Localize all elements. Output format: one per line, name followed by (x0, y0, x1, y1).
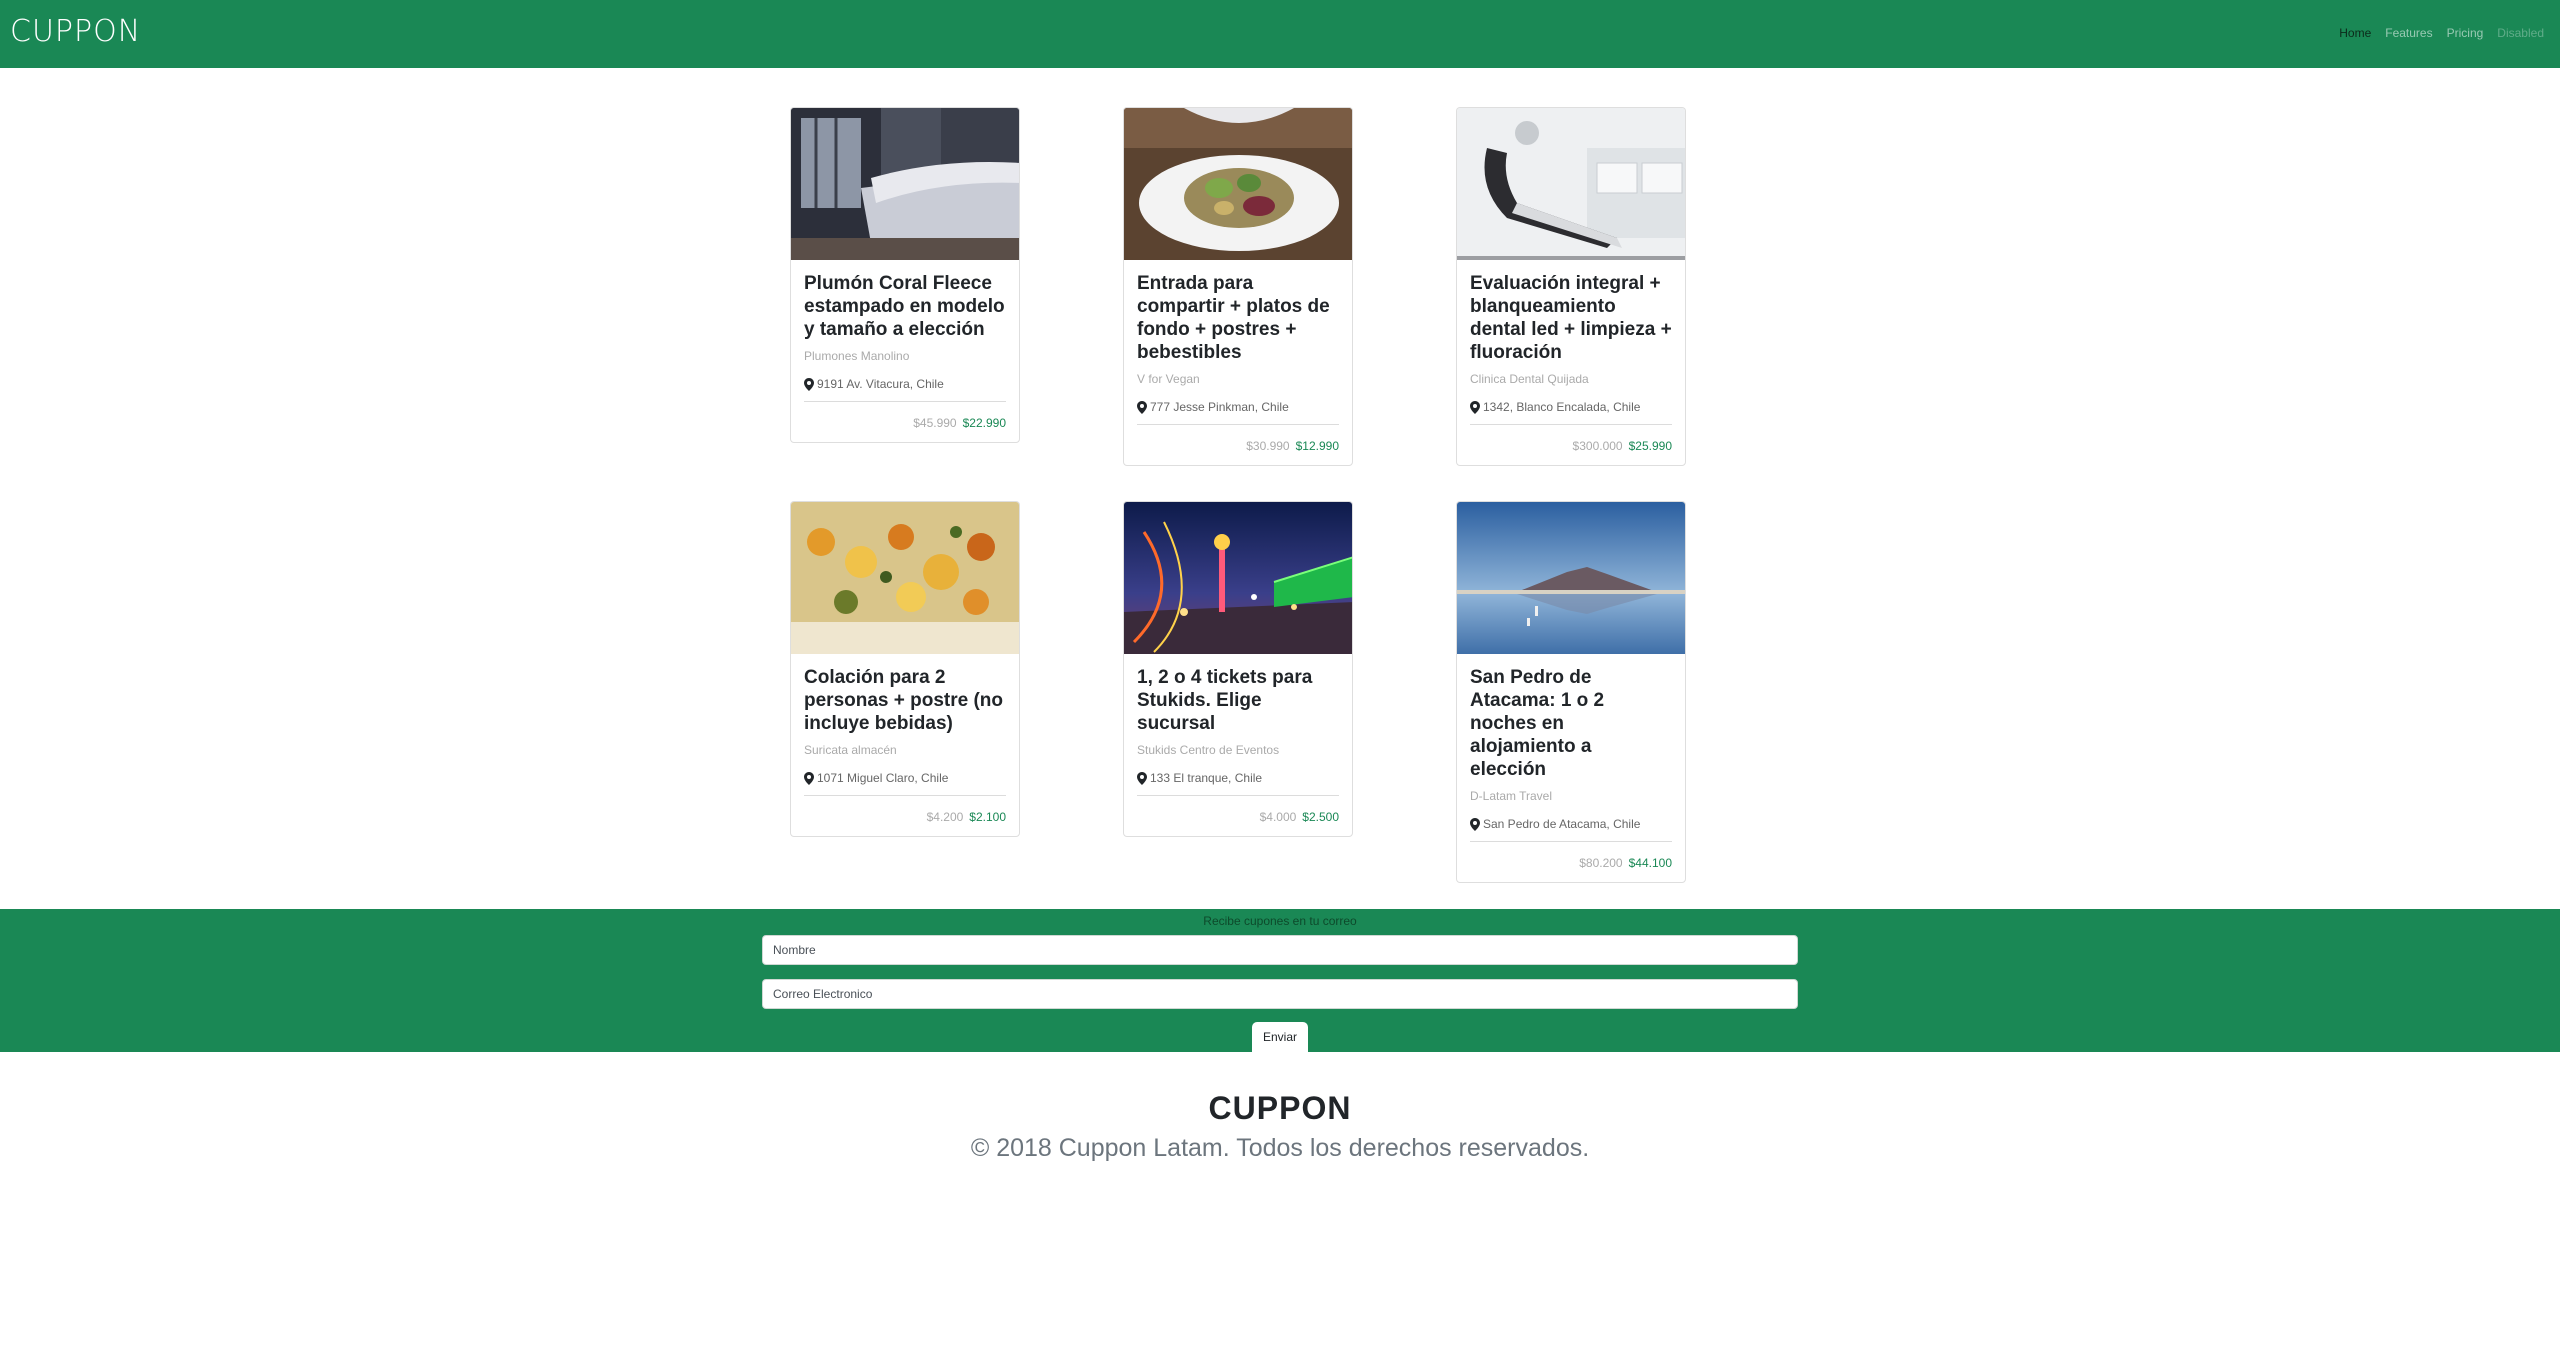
price-discounted: $2.100 (969, 810, 1006, 824)
deal-location: San Pedro de Atacama, Chile (1470, 817, 1672, 831)
deal-title[interactable]: Entrada para compartir + platos de fondo… (1137, 272, 1339, 364)
newsletter-label: Recibe cupones en tu correo (1203, 914, 1357, 928)
nav-disabled: Disabled (2497, 26, 2544, 40)
footer-brand: CUPPON (1208, 1090, 1352, 1126)
location-text: 133 El tranque, Chile (1150, 771, 1263, 785)
price-discounted: $12.990 (1295, 439, 1339, 453)
map-marker-icon (804, 771, 814, 785)
map-marker-icon (804, 377, 814, 391)
nav-links: Home Features Pricing Disabled (2339, 26, 2544, 40)
deal-location: 133 El tranque, Chile (1137, 771, 1339, 785)
navbar: CUPPON Home Features Pricing Disabled (0, 0, 2560, 68)
deal-image-amusement-park[interactable] (1124, 502, 1352, 654)
deal-image-bedroom[interactable] (791, 108, 1019, 260)
merchant-name: Stukids Centro de Eventos (1137, 743, 1280, 757)
deal-prices: $30.990 $12.990 (1137, 424, 1339, 465)
price-original: $45.990 (913, 416, 957, 430)
nav-pricing[interactable]: Pricing (2447, 26, 2484, 40)
price-original: $30.990 (1246, 439, 1290, 453)
location-text: 777 Jesse Pinkman, Chile (1150, 400, 1289, 414)
deal-card[interactable]: 1, 2 o 4 tickets para Stukids. Elige suc… (1123, 501, 1353, 837)
location-text: 1071 Miguel Claro, Chile (817, 771, 949, 785)
nav-features[interactable]: Features (2385, 26, 2432, 40)
newsletter-section: Recibe cupones en tu correo Enviar (0, 909, 2560, 1052)
merchant-name: Suricata almacén (804, 743, 897, 757)
merchant-name: Plumones Manolino (804, 349, 910, 363)
map-marker-icon (1137, 400, 1147, 414)
deal-card[interactable]: Entrada para compartir + platos de fondo… (1123, 107, 1353, 466)
price-discounted: $44.100 (1628, 856, 1672, 870)
deal-location: 777 Jesse Pinkman, Chile (1137, 400, 1339, 414)
name-input[interactable] (762, 935, 1798, 965)
location-text: San Pedro de Atacama, Chile (1483, 817, 1641, 831)
deal-location: 9191 Av. Vitacura, Chile (804, 377, 1006, 391)
deal-card[interactable]: San Pedro de Atacama: 1 o 2 noches en al… (1456, 501, 1686, 883)
price-discounted: $25.990 (1628, 439, 1672, 453)
deal-image-stew[interactable] (791, 502, 1019, 654)
price-original: $4.200 (926, 810, 964, 824)
merchant-name: Clinica Dental Quijada (1470, 372, 1589, 386)
map-marker-icon (1470, 817, 1480, 831)
deal-title[interactable]: Plumón Coral Fleece estampado en modelo … (804, 272, 1006, 341)
location-text: 1342, Blanco Encalada, Chile (1483, 400, 1641, 414)
map-marker-icon (1137, 771, 1147, 785)
deal-prices: $80.200 $44.100 (1470, 841, 1672, 882)
deal-prices: $4.200 $2.100 (804, 795, 1006, 836)
deal-title[interactable]: San Pedro de Atacama: 1 o 2 noches en al… (1470, 666, 1672, 781)
deal-card[interactable]: Colación para 2 personas + postre (no in… (790, 501, 1020, 837)
deal-title[interactable]: Evaluación integral + blanqueamiento den… (1470, 272, 1672, 364)
price-original: $80.200 (1579, 856, 1623, 870)
deal-image-dental-chair[interactable] (1457, 108, 1685, 260)
deal-title[interactable]: 1, 2 o 4 tickets para Stukids. Elige suc… (1137, 666, 1339, 735)
price-discounted: $2.500 (1302, 810, 1339, 824)
map-marker-icon (1470, 400, 1480, 414)
email-input[interactable] (762, 979, 1798, 1009)
location-text: 9191 Av. Vitacura, Chile (817, 377, 944, 391)
deal-prices: $45.990 $22.990 (804, 401, 1006, 442)
deal-location: 1071 Miguel Claro, Chile (804, 771, 1006, 785)
footer-copyright: © 2018 Cuppon Latam. Todos los derechos … (970, 1134, 1590, 1162)
deal-title[interactable]: Colación para 2 personas + postre (no in… (804, 666, 1006, 735)
price-discounted: $22.990 (962, 416, 1006, 430)
merchant-name: V for Vegan (1137, 372, 1200, 386)
nav-home[interactable]: Home (2339, 26, 2371, 40)
deal-card[interactable]: Evaluación integral + blanqueamiento den… (1456, 107, 1686, 466)
brand-logo[interactable]: CUPPON (10, 14, 141, 49)
deal-prices: $4.000 $2.500 (1137, 795, 1339, 836)
merchant-name: D-Latam Travel (1470, 789, 1553, 803)
deal-card[interactable]: Plumón Coral Fleece estampado en modelo … (790, 107, 1020, 443)
price-original: $4.000 (1259, 810, 1297, 824)
deal-location: 1342, Blanco Encalada, Chile (1470, 400, 1672, 414)
deal-image-food-plate[interactable] (1124, 108, 1352, 260)
submit-button[interactable]: Enviar (1252, 1022, 1308, 1052)
deal-image-salt-lake[interactable] (1457, 502, 1685, 654)
price-original: $300.000 (1572, 439, 1623, 453)
deal-prices: $300.000 $25.990 (1470, 424, 1672, 465)
